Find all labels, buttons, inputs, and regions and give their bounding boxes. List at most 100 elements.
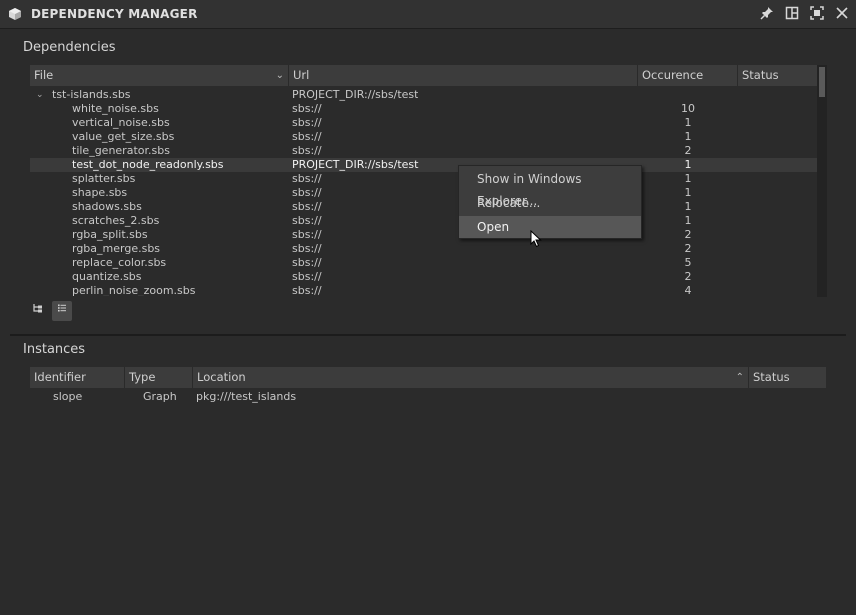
window-title: DEPENDENCY MANAGER (31, 7, 198, 21)
table-row[interactable]: scratches_2.sbs sbs://1 (30, 214, 817, 228)
expand-chevron-icon[interactable]: ⌄ (36, 88, 44, 102)
column-instance-status[interactable]: Status (749, 367, 826, 388)
location-cell: pkg:///test_islands (196, 390, 297, 403)
occurence-cell: 1 (684, 214, 692, 227)
file-cell: shadows.sbs (72, 200, 142, 213)
column-status[interactable]: Status (738, 65, 817, 86)
file-cell: rgba_split.sbs (72, 228, 148, 241)
identifier-cell: slope (53, 390, 83, 403)
column-file[interactable]: File ⌄ (30, 65, 289, 86)
occurence-cell: 2 (684, 242, 692, 255)
url-cell: sbs:// (292, 102, 322, 115)
root-url: PROJECT_DIR://sbs/test (292, 88, 419, 101)
table-row[interactable]: value_get_size.sbs sbs:// 1 (30, 130, 817, 144)
list-view-icon[interactable] (52, 301, 72, 321)
file-cell: scratches_2.sbs (72, 214, 160, 227)
url-cell: sbs:// (292, 130, 322, 143)
menu-item-relocate[interactable]: Relocate... (459, 192, 641, 214)
file-cell: splatter.sbs (72, 172, 136, 185)
file-cell: perlin_noise_zoom.sbs (72, 284, 196, 296)
url-cell: sbs:// (292, 144, 322, 157)
dependencies-table: File ⌄ Url Occurence Status ⌄ tst-island… (30, 65, 827, 297)
column-instance-status-label: Status (753, 370, 790, 384)
occurence-cell: 5 (684, 256, 692, 269)
menu-item-open[interactable]: Open (459, 216, 641, 238)
url-cell: sbs:// (292, 284, 322, 296)
close-icon[interactable] (834, 6, 850, 22)
table-row[interactable]: shadows.sbs sbs://1 (30, 200, 817, 214)
chevron-down-icon: ⌄ (275, 70, 284, 81)
tree-root-row[interactable]: ⌄ tst-islands.sbs PROJECT_DIR://sbs/test (30, 88, 817, 102)
dependencies-title: Dependencies (23, 40, 116, 55)
table-row[interactable]: perlin_noise_zoom.sbs sbs:// 4 (30, 284, 817, 296)
file-cell: test_dot_node_readonly.sbs (72, 158, 224, 171)
occurence-cell: 1 (684, 158, 692, 171)
table-row[interactable]: shape.sbs sbs://1 (30, 186, 817, 200)
column-status-label: Status (742, 68, 779, 82)
tree-view-icon[interactable] (28, 301, 48, 321)
table-row[interactable]: slope Graph pkg:///test_islands (30, 390, 826, 404)
column-type-label: Type (129, 370, 156, 384)
file-cell: rgba_merge.sbs (72, 242, 161, 255)
column-identifier-label: Identifier (34, 370, 86, 384)
column-location[interactable]: Location ⌃ (193, 367, 749, 388)
root-file: tst-islands.sbs (52, 88, 131, 101)
context-menu: Show in Windows Explorer... Relocate... Op… (458, 165, 642, 239)
table-row[interactable]: tile_generator.sbs sbs:// 2 (30, 144, 817, 158)
column-type[interactable]: Type (125, 367, 193, 388)
type-cell: Graph (143, 390, 177, 403)
table-row[interactable]: white_noise.sbs sbs:// 10 (30, 102, 817, 116)
layout-icon[interactable] (784, 6, 800, 22)
occurence-cell: 1 (684, 200, 692, 213)
column-url[interactable]: Url (289, 65, 638, 86)
file-cell: vertical_noise.sbs (72, 116, 170, 129)
url-cell: sbs:// (292, 256, 322, 269)
title-bar: DEPENDENCY MANAGER (0, 0, 856, 29)
mouse-cursor-icon (530, 230, 542, 248)
dependencies-rows: ⌄ tst-islands.sbs PROJECT_DIR://sbs/test… (30, 86, 817, 296)
maximize-icon[interactable] (809, 6, 825, 22)
table-row[interactable]: rgba_split.sbs sbs://2 (30, 228, 817, 242)
occurence-cell: 1 (684, 172, 692, 185)
column-identifier[interactable]: Identifier (30, 367, 125, 388)
column-location-label: Location (197, 370, 246, 384)
cube-icon (9, 8, 21, 20)
chevron-up-icon: ⌃ (735, 372, 744, 383)
url-cell: sbs:// (292, 270, 322, 283)
column-url-label: Url (293, 68, 310, 82)
table-row[interactable]: test_dot_node_readonly.sbs PROJECT_DIR://… (30, 158, 817, 172)
instances-rows: slope Graph pkg:///test_islands (30, 388, 826, 567)
file-cell: shape.sbs (72, 186, 128, 199)
column-occurence[interactable]: Occurence (638, 65, 738, 86)
scrollbar-thumb[interactable] (819, 67, 825, 97)
file-cell: replace_color.sbs (72, 256, 167, 269)
file-cell: white_noise.sbs (72, 102, 159, 115)
occurence-cell: 4 (684, 284, 692, 296)
dependencies-scrollbar[interactable] (817, 65, 827, 297)
menu-item-show-in-explorer[interactable]: Show in Windows Explorer... (459, 168, 641, 208)
table-row[interactable]: replace_color.sbs sbs:// 5 (30, 256, 817, 270)
file-cell: tile_generator.sbs (72, 144, 170, 157)
url-cell: sbs:// (292, 242, 322, 255)
table-row[interactable]: quantize.sbs sbs:// 2 (30, 270, 817, 284)
pin-icon[interactable] (759, 6, 775, 22)
column-file-label: File (34, 68, 54, 82)
occurence-cell: 1 (684, 186, 692, 199)
instances-table: Identifier Type Location ⌃ Status slope G… (30, 367, 826, 567)
dependencies-header: File ⌄ Url Occurence Status (30, 65, 817, 86)
url-cell: sbs:// (292, 116, 322, 129)
section-divider[interactable] (10, 334, 846, 336)
column-occurence-label: Occurence (642, 68, 704, 82)
occurence-cell: 2 (684, 270, 692, 283)
table-row[interactable]: rgba_merge.sbs sbs:// 2 (30, 242, 817, 256)
occurence-cell: 1 (684, 116, 692, 129)
occurence-cell: 1 (684, 130, 692, 143)
occurence-cell: 2 (684, 228, 692, 241)
occurence-cell: 2 (684, 144, 692, 157)
table-row[interactable]: vertical_noise.sbs sbs:// 1 (30, 116, 817, 130)
instances-header: Identifier Type Location ⌃ Status (30, 367, 826, 388)
file-cell: quantize.sbs (72, 270, 142, 283)
file-cell: value_get_size.sbs (72, 130, 175, 143)
table-row[interactable]: splatter.sbs sbs://1 (30, 172, 817, 186)
occurence-cell: 10 (681, 102, 695, 115)
